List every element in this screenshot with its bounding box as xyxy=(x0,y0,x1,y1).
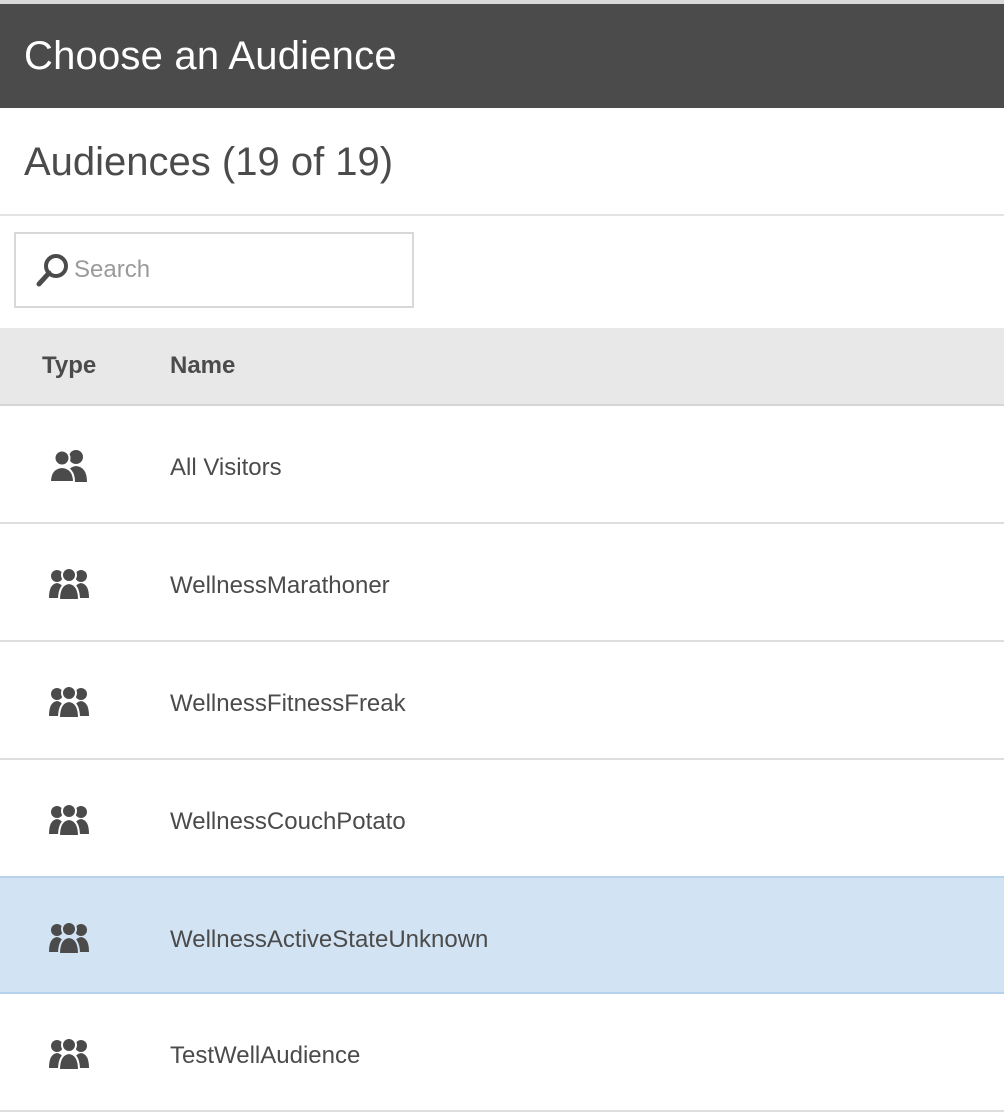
dialog-title: Choose an Audience xyxy=(24,34,397,78)
column-header-type[interactable]: Type xyxy=(42,352,96,380)
audience-name: All Visitors xyxy=(170,454,282,481)
audience-name: WellnessMarathoner xyxy=(170,572,390,599)
table-row[interactable]: TestWellAudience xyxy=(0,994,1004,1112)
audiences-count-title: Audiences (19 of 19) xyxy=(24,140,394,184)
search-input[interactable] xyxy=(74,248,394,292)
table-row[interactable]: All Visitors xyxy=(0,406,1004,524)
group-icon xyxy=(49,921,89,955)
audiences-heading-bar: Audiences (19 of 19) xyxy=(0,108,1004,216)
two-people-icon xyxy=(48,449,87,483)
search-box[interactable] xyxy=(14,232,414,308)
audience-name: WellnessCouchPotato xyxy=(170,808,406,835)
table-row[interactable]: WellnessMarathoner xyxy=(0,524,1004,642)
audience-name: WellnessActiveStateUnknown xyxy=(170,926,489,953)
audience-name: WellnessFitnessFreak xyxy=(170,690,406,717)
table-row[interactable]: WellnessFitnessFreak xyxy=(0,642,1004,760)
table-row-selected[interactable]: WellnessActiveStateUnknown xyxy=(0,876,1004,994)
group-icon xyxy=(49,1037,89,1071)
group-icon xyxy=(49,803,89,837)
audience-name: TestWellAudience xyxy=(170,1042,361,1069)
search-icon xyxy=(36,254,68,287)
dialog-header: Choose an Audience xyxy=(0,4,1004,108)
group-icon xyxy=(49,685,89,719)
column-header-name[interactable]: Name xyxy=(170,352,235,380)
group-icon xyxy=(49,567,89,601)
audience-list: All Visitors WellnessMarathoner Wellness… xyxy=(0,406,1004,1112)
table-header: Type Name xyxy=(0,328,1004,406)
table-row[interactable]: WellnessCouchPotato xyxy=(0,760,1004,878)
